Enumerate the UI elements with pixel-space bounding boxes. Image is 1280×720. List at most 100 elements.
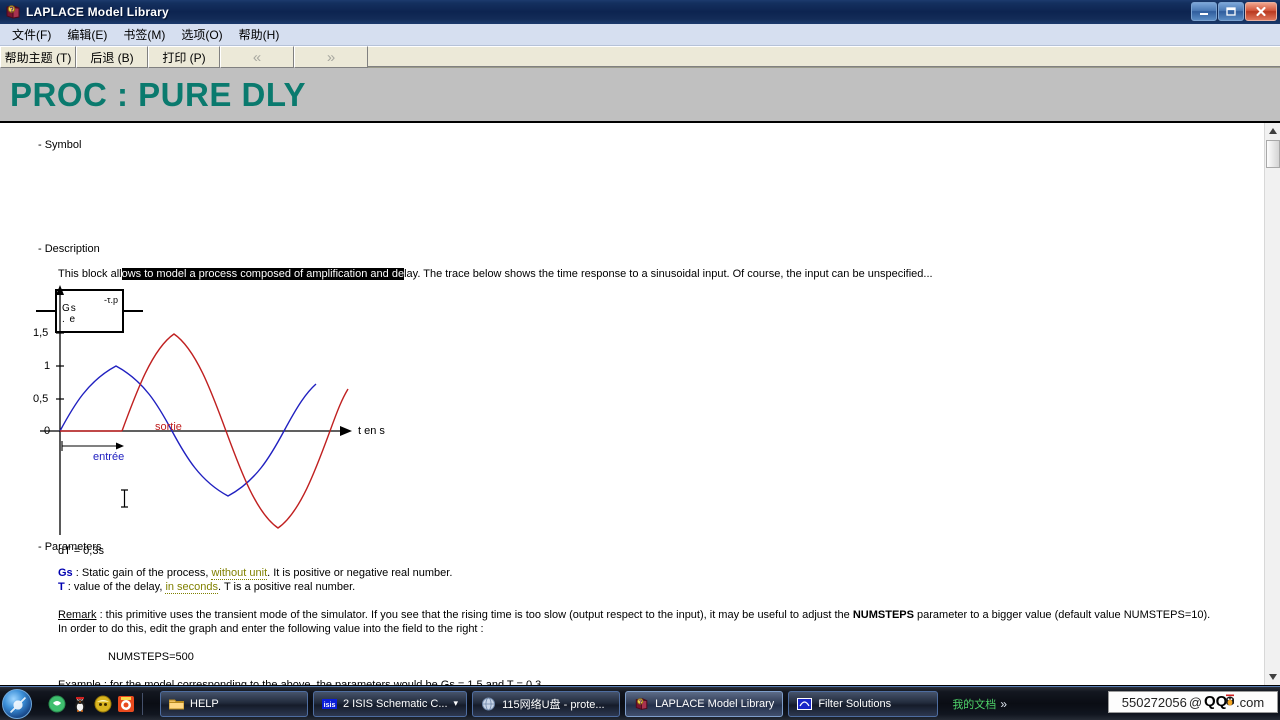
globe-icon bbox=[481, 697, 496, 711]
help-book-icon bbox=[5, 4, 21, 20]
y-tick-label-1: 1 bbox=[44, 360, 51, 372]
chevron-down-icon[interactable]: ▾ bbox=[454, 698, 459, 709]
penguin-icon[interactable] bbox=[71, 695, 89, 713]
parameter-gs-line: Gs : Static gain of the process, without… bbox=[58, 567, 453, 580]
dt-arrow-head bbox=[116, 442, 124, 450]
messenger-icon[interactable] bbox=[48, 695, 66, 713]
series-label-sortie: sortie bbox=[155, 421, 182, 433]
qq-at-symbol: @ bbox=[1188, 694, 1203, 710]
description-section-heading: - Description bbox=[38, 243, 100, 255]
taskbar-item-isis-label: 2 ISIS Schematic C... bbox=[343, 697, 448, 710]
vertical-scrollbar[interactable] bbox=[1264, 123, 1280, 685]
remark-line-2: In order to do this, edit the graph and … bbox=[58, 623, 484, 635]
parameter-t-link[interactable]: in seconds bbox=[165, 581, 219, 594]
quick-launch-area bbox=[48, 695, 135, 713]
print-button[interactable]: 打印 (P) bbox=[148, 46, 220, 68]
maximize-button[interactable] bbox=[1218, 2, 1244, 21]
symbol-section-heading: - Symbol bbox=[38, 139, 82, 151]
back-button[interactable]: 后退 (B) bbox=[76, 46, 148, 68]
example-line: Example : for the model corresponding to… bbox=[58, 679, 545, 685]
media-icon[interactable] bbox=[117, 695, 135, 713]
chart-svg bbox=[40, 285, 352, 535]
parameter-t-line: T : value of the delay, in seconds. T is… bbox=[58, 581, 356, 594]
toolbar-filler bbox=[368, 46, 1280, 67]
start-button[interactable] bbox=[2, 688, 32, 719]
menu-bar: 文件(F) 编辑(E) 书签(M) 选项(O) 帮助(H) bbox=[0, 24, 1280, 46]
window-title: LAPLACE Model Library bbox=[26, 5, 169, 19]
qq-suffix: .com bbox=[1236, 694, 1265, 710]
parameter-t-name: T bbox=[58, 581, 65, 593]
help-content-pane: - Symbol Gs . e -τ.p - Description This … bbox=[0, 123, 1264, 685]
taskbar-item-help[interactable]: HELP bbox=[160, 690, 308, 717]
minimize-button[interactable] bbox=[1191, 2, 1217, 21]
curve-sortie-tail bbox=[329, 388, 349, 432]
taskbar-item-laplace[interactable]: LAPLACE Model Library bbox=[625, 690, 784, 717]
parameter-t-text2: . T is a positive real number. bbox=[218, 581, 356, 593]
x-axis-label: t en s bbox=[358, 425, 385, 437]
desktop-screen: LAPLACE Model Library 文件(F) 编辑(E) 书签(M) … bbox=[0, 0, 1280, 720]
qq-mail-widget[interactable]: 550272056 @ QQ .com bbox=[1108, 691, 1278, 713]
taskbar-item-filter[interactable]: Filter Solutions bbox=[788, 690, 939, 717]
tray-expand-chevron-icon[interactable]: » bbox=[1000, 697, 1007, 711]
parameter-gs-link[interactable]: without unit bbox=[211, 567, 268, 580]
previous-button[interactable]: « bbox=[220, 46, 294, 68]
parameter-t-text1: : value of the delay, bbox=[64, 581, 166, 593]
taskbar-item-115[interactable]: 115网络U盘 - prote... bbox=[472, 690, 621, 717]
svg-text:QQ: QQ bbox=[1204, 693, 1228, 709]
menu-bookmark[interactable]: 书签(M) bbox=[115, 24, 173, 45]
series-label-entree: entrée bbox=[93, 451, 125, 463]
menu-edit[interactable]: 编辑(E) bbox=[59, 24, 115, 45]
taskbar: HELP isis 2 ISIS Schematic C... ▾ 115网络U… bbox=[0, 686, 1280, 720]
y-tick-label-0-5: 0,5 bbox=[33, 393, 49, 405]
filter-icon bbox=[797, 697, 813, 711]
page-title: PROC : PURE DLY bbox=[10, 75, 306, 113]
tray-my-documents[interactable]: 我的文档 bbox=[952, 696, 996, 712]
y-tick-label-1-5: 1,5 bbox=[33, 327, 49, 339]
parameters-section-heading: - Parameters bbox=[38, 541, 102, 553]
scroll-up-button[interactable] bbox=[1265, 123, 1280, 139]
help-topics-button[interactable]: 帮助主题 (T) bbox=[0, 46, 76, 68]
folder-icon bbox=[168, 697, 185, 711]
taskbar-item-help-label: HELP bbox=[190, 697, 219, 710]
curve-entree-tail bbox=[283, 383, 317, 432]
response-chart: 1,5 1 0,5 0 t en s entrée sortie dT = 0,… bbox=[0, 283, 430, 557]
parameter-gs-text2: . It is positive or negative real number… bbox=[267, 567, 453, 579]
scroll-down-button[interactable] bbox=[1265, 669, 1280, 685]
remark-text-a: : this primitive uses the transient mode… bbox=[96, 609, 853, 621]
menu-options[interactable]: 选项(O) bbox=[173, 24, 230, 45]
taskbar-item-laplace-label: LAPLACE Model Library bbox=[655, 697, 775, 710]
window-controls bbox=[1191, 2, 1277, 21]
help-book-icon bbox=[634, 697, 649, 711]
parameter-gs-name: Gs bbox=[58, 567, 73, 579]
x-axis-arrow bbox=[340, 426, 352, 436]
menu-file[interactable]: 文件(F) bbox=[4, 24, 59, 45]
taskbar-item-isis[interactable]: isis 2 ISIS Schematic C... ▾ bbox=[313, 690, 468, 717]
isis-icon: isis bbox=[322, 697, 337, 711]
y-axis-arrow bbox=[56, 285, 64, 295]
page-banner: PROC : PURE DLY bbox=[0, 68, 1280, 122]
window-titlebar: LAPLACE Model Library bbox=[0, 0, 1280, 24]
remark-line-1: Remark : this primitive uses the transie… bbox=[58, 609, 1210, 621]
taskbar-separator bbox=[142, 692, 143, 715]
numsteps-value: NUMSTEPS=500 bbox=[108, 651, 194, 663]
description-text-selected: ows to model a process composed of ampli… bbox=[121, 268, 405, 280]
svg-text:isis: isis bbox=[324, 701, 336, 708]
browser-icon[interactable] bbox=[94, 695, 112, 713]
description-text-pre: This block all bbox=[58, 268, 122, 280]
taskbar-item-115-label: 115网络U盘 - prote... bbox=[502, 698, 605, 711]
remark-text-b: parameter to a bigger value (default val… bbox=[913, 609, 1211, 621]
toolbar: 帮助主题 (T) 后退 (B) 打印 (P) « » bbox=[0, 46, 1280, 68]
parameter-gs-text1: : Static gain of the process, bbox=[72, 567, 212, 579]
remark-numsteps-bold: NUMSTEPS bbox=[852, 609, 914, 621]
next-button[interactable]: » bbox=[294, 46, 368, 68]
text-cursor-icon bbox=[120, 489, 129, 508]
close-button[interactable] bbox=[1245, 2, 1277, 21]
menu-help[interactable]: 帮助(H) bbox=[231, 24, 288, 45]
remark-label: Remark bbox=[58, 609, 97, 621]
description-text-post: lay. The trace below shows the time resp… bbox=[404, 268, 933, 280]
qq-account-number: 550272056 bbox=[1121, 694, 1187, 710]
scrollbar-thumb[interactable] bbox=[1266, 140, 1280, 168]
taskbar-item-filter-label: Filter Solutions bbox=[818, 697, 892, 710]
description-paragraph: This block allows to model a process com… bbox=[58, 268, 933, 280]
y-tick-label-0: 0 bbox=[44, 425, 51, 437]
